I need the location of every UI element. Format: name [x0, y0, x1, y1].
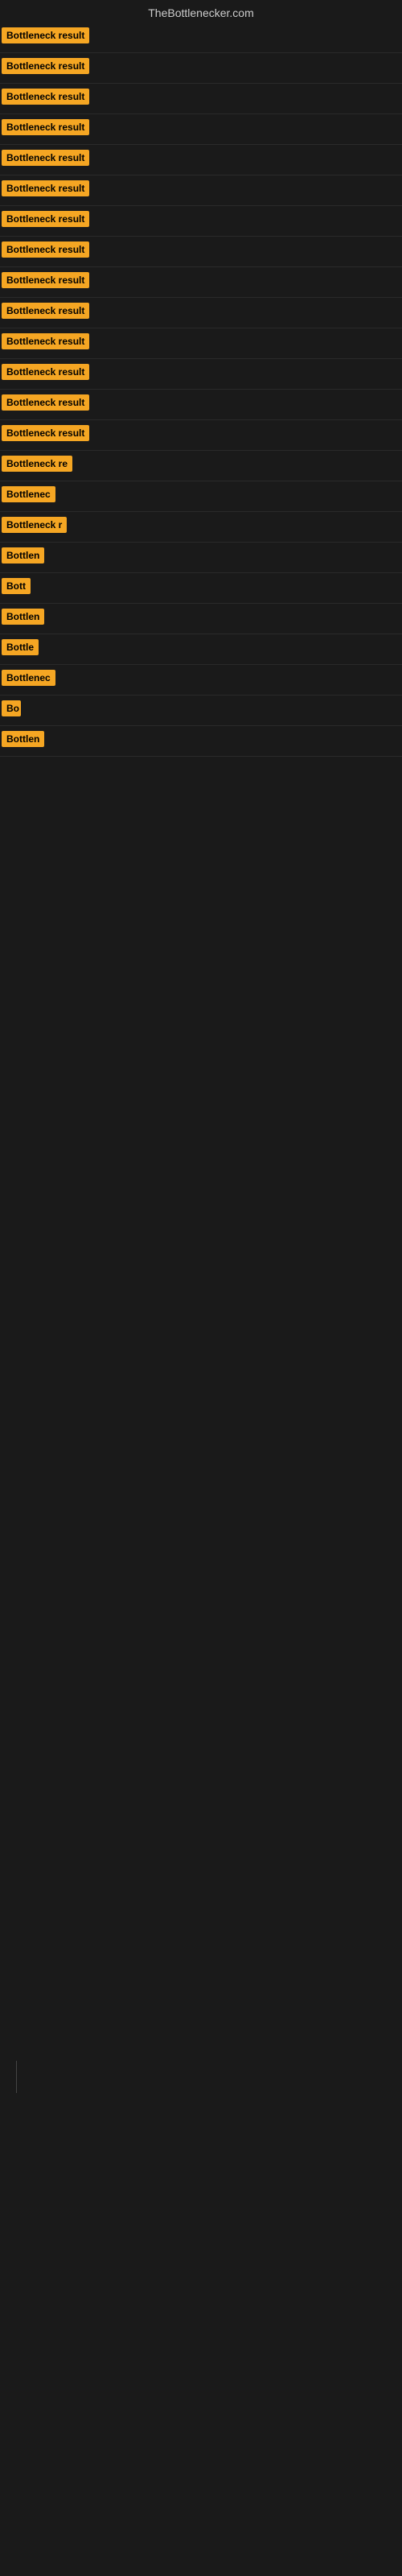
bottleneck-result-label[interactable]: Bottleneck result — [2, 89, 89, 105]
result-row: Bottleneck result — [0, 359, 402, 390]
result-row: Bottleneck result — [0, 298, 402, 328]
bottleneck-result-label[interactable]: Bottlenec — [2, 486, 55, 502]
bottleneck-result-label[interactable]: Bottleneck r — [2, 517, 67, 533]
result-row: Bo — [0, 696, 402, 726]
bottleneck-result-label[interactable]: Bottlen — [2, 731, 44, 747]
result-row: Bott — [0, 573, 402, 604]
watermark-line — [16, 2061, 17, 2093]
bottleneck-result-label[interactable]: Bottlenec — [2, 670, 55, 686]
result-row: Bottlenec — [0, 665, 402, 696]
result-row: Bottle — [0, 634, 402, 665]
result-row: Bottleneck result — [0, 206, 402, 237]
result-row: Bottleneck result — [0, 53, 402, 84]
bottleneck-result-label[interactable]: Bottleneck result — [2, 425, 89, 441]
bottleneck-result-label[interactable]: Bottleneck result — [2, 150, 89, 166]
site-title: TheBottlenecker.com — [0, 0, 402, 23]
result-row: Bottleneck result — [0, 328, 402, 359]
result-row: Bottleneck result — [0, 175, 402, 206]
site-header: TheBottlenecker.com — [0, 0, 402, 23]
bottleneck-result-label[interactable]: Bottleneck result — [2, 242, 89, 258]
bottleneck-result-label[interactable]: Bott — [2, 578, 31, 594]
result-row: Bottleneck result — [0, 420, 402, 451]
result-row: Bottleneck result — [0, 23, 402, 53]
bottleneck-result-label[interactable]: Bottle — [2, 639, 39, 655]
result-row: Bottleneck re — [0, 451, 402, 481]
result-row: Bottleneck result — [0, 267, 402, 298]
bottleneck-result-label[interactable]: Bottleneck re — [2, 456, 72, 472]
result-row: Bottleneck result — [0, 114, 402, 145]
results-list: Bottleneck result Bottleneck result Bottle… — [0, 23, 402, 757]
result-row: Bottlen — [0, 726, 402, 757]
bottleneck-result-label[interactable]: Bottleneck result — [2, 333, 89, 349]
bottleneck-result-label[interactable]: Bottleneck result — [2, 180, 89, 196]
result-row: Bottlen — [0, 543, 402, 573]
result-row: Bottleneck r — [0, 512, 402, 543]
bottleneck-result-label[interactable]: Bottleneck result — [2, 303, 89, 319]
result-row: Bottleneck result — [0, 84, 402, 114]
bottleneck-result-label[interactable]: Bottleneck result — [2, 364, 89, 380]
result-row: Bottleneck result — [0, 390, 402, 420]
bottleneck-result-label[interactable]: Bottleneck result — [2, 119, 89, 135]
result-row: Bottleneck result — [0, 237, 402, 267]
bottleneck-result-label[interactable]: Bottlen — [2, 547, 44, 564]
bottleneck-result-label[interactable]: Bo — [2, 700, 21, 716]
result-row: Bottleneck result — [0, 145, 402, 175]
result-row: Bottlenec — [0, 481, 402, 512]
bottleneck-result-label[interactable]: Bottleneck result — [2, 211, 89, 227]
result-row: Bottlen — [0, 604, 402, 634]
bottleneck-result-label[interactable]: Bottleneck result — [2, 58, 89, 74]
bottleneck-result-label[interactable]: Bottleneck result — [2, 27, 89, 43]
bottleneck-result-label[interactable]: Bottlen — [2, 609, 44, 625]
bottleneck-result-label[interactable]: Bottleneck result — [2, 394, 89, 411]
bottleneck-result-label[interactable]: Bottleneck result — [2, 272, 89, 288]
